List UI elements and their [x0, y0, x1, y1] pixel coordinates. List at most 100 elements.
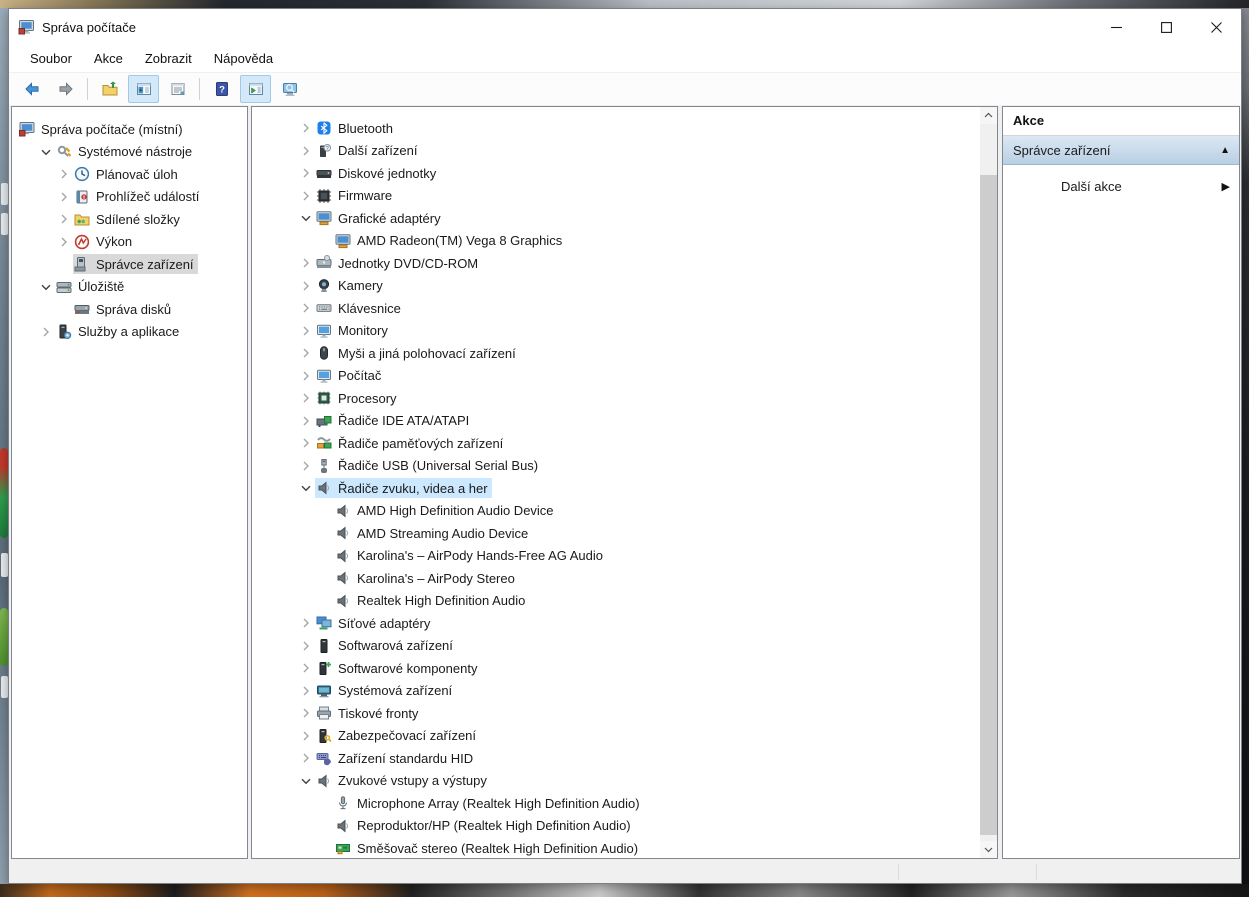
menu-soubor[interactable]: Soubor [19, 48, 83, 69]
device-tree-item[interactable]: Jednotky DVD/CD-ROM [252, 252, 980, 275]
scroll-up-button[interactable] [980, 107, 997, 124]
chevron-collapsed-icon[interactable] [296, 345, 315, 361]
back-arrow-button[interactable] [16, 75, 47, 103]
chevron-collapsed-icon[interactable] [54, 189, 73, 205]
titlebar[interactable]: Správa počítače [9, 9, 1241, 45]
chevron-collapsed-icon[interactable] [296, 188, 315, 204]
device-tree-item[interactable]: Procesory [252, 387, 980, 410]
chevron-collapsed-icon[interactable] [296, 143, 315, 159]
device-tree-item[interactable]: Microphone Array (Realtek High Definitio… [252, 792, 980, 815]
device-tree-item[interactable]: Firmware [252, 185, 980, 208]
device-tree-item[interactable]: Směšovač stereo (Realtek High Definition… [252, 837, 980, 858]
chevron-collapsed-icon[interactable] [296, 660, 315, 676]
device-tree-item[interactable]: Tiskové fronty [252, 702, 980, 725]
device-tree-item[interactable]: Řadiče IDE ATA/ATAPI [252, 410, 980, 433]
help-button[interactable]: ? [206, 75, 237, 103]
chevron-collapsed-icon[interactable] [296, 683, 315, 699]
chevron-collapsed-icon[interactable] [54, 211, 73, 227]
device-tree-item[interactable]: Řadiče USB (Universal Serial Bus) [252, 455, 980, 478]
chevron-collapsed-icon[interactable] [296, 413, 315, 429]
scroll-down-button[interactable] [980, 841, 997, 858]
chevron-collapsed-icon[interactable] [296, 728, 315, 744]
maximize-button[interactable] [1141, 9, 1191, 45]
show-action-pane-button[interactable] [240, 75, 271, 103]
device-tree-item[interactable]: AMD Radeon(TM) Vega 8 Graphics [252, 230, 980, 253]
chevron-expanded-icon[interactable] [36, 144, 55, 160]
console-tree-item[interactable]: Systémové nástroje [12, 141, 247, 164]
console-tree-item[interactable]: Správce zařízení [12, 253, 247, 276]
scrollbar-thumb[interactable] [980, 175, 997, 835]
console-tree-item[interactable]: Prohlížeč událostí [12, 186, 247, 209]
chevron-collapsed-icon[interactable] [54, 166, 73, 182]
device-tree-item[interactable]: Karolina's – AirPody Stereo [252, 567, 980, 590]
chevron-collapsed-icon[interactable] [296, 300, 315, 316]
device-tree-item[interactable]: Klávesnice [252, 297, 980, 320]
device-tree-item[interactable]: Zvukové vstupy a výstupy [252, 770, 980, 793]
console-tree-item[interactable]: Plánovač úloh [12, 163, 247, 186]
device-tree-item[interactable]: Systémová zařízení [252, 680, 980, 703]
chevron-collapsed-icon[interactable] [296, 615, 315, 631]
chevron-collapsed-icon[interactable] [54, 234, 73, 250]
console-tree-item[interactable]: Úložiště [12, 276, 247, 299]
minimize-button[interactable] [1091, 9, 1141, 45]
mouse-icon [316, 345, 332, 361]
device-tree-item[interactable]: Monitory [252, 320, 980, 343]
chevron-collapsed-icon[interactable] [296, 705, 315, 721]
device-tree-item[interactable]: Řadiče paměťových zařízení [252, 432, 980, 455]
device-tree-item[interactable]: Reproduktor/HP (Realtek High Definition … [252, 815, 980, 838]
chevron-collapsed-icon[interactable] [296, 165, 315, 181]
device-tree-item[interactable]: Řadiče zvuku, videa a her [252, 477, 980, 500]
chevron-expanded-icon[interactable] [296, 480, 315, 496]
console-tree-item[interactable]: Služby a aplikace [12, 321, 247, 344]
console-tree-item[interactable]: Správa počítače (místní) [12, 118, 247, 141]
console-tree-item[interactable]: Sdílené složky [12, 208, 247, 231]
close-button[interactable] [1191, 9, 1241, 45]
device-tree-item[interactable]: Realtek High Definition Audio [252, 590, 980, 613]
chevron-collapsed-icon[interactable] [296, 368, 315, 384]
chevron-collapsed-icon[interactable] [296, 390, 315, 406]
chevron-collapsed-icon[interactable] [296, 278, 315, 294]
console-tree-item[interactable]: Správa disků [12, 298, 247, 321]
chevron-collapsed-icon[interactable] [296, 120, 315, 136]
device-tree-item[interactable]: Diskové jednotky [252, 162, 980, 185]
chevron-collapsed-icon[interactable] [296, 255, 315, 271]
show-console-tree-button[interactable] [128, 75, 159, 103]
chevron-expanded-icon[interactable] [296, 773, 315, 789]
chevron-collapsed-icon[interactable] [296, 638, 315, 654]
collapse-section-icon[interactable]: ▲ [1220, 145, 1230, 156]
menu-akce[interactable]: Akce [83, 48, 134, 69]
device-tree-item[interactable]: Myši a jiná polohovací zařízení [252, 342, 980, 365]
more-actions-item[interactable]: Další akce ▶ [1003, 173, 1239, 199]
chevron-collapsed-icon[interactable] [296, 323, 315, 339]
device-tree-item[interactable]: Síťové adaptéry [252, 612, 980, 635]
device-tree-item[interactable]: Softwarová zařízení [252, 635, 980, 658]
device-tree-label: Kamery [338, 278, 383, 293]
device-tree-item[interactable]: AMD Streaming Audio Device [252, 522, 980, 545]
device-tree-item[interactable]: Grafické adaptéry [252, 207, 980, 230]
remote-computer-button[interactable] [274, 75, 305, 103]
up-folder-button[interactable] [94, 75, 125, 103]
actions-section-header[interactable]: Správce zařízení ▲ [1003, 136, 1239, 165]
device-tree-item[interactable]: AMD High Definition Audio Device [252, 500, 980, 523]
device-tree-item[interactable]: Karolina's – AirPody Hands-Free AG Audio [252, 545, 980, 568]
vertical-scrollbar[interactable] [980, 107, 997, 858]
chevron-collapsed-icon[interactable] [296, 750, 315, 766]
menu-zobrazit[interactable]: Zobrazit [134, 48, 203, 69]
chevron-collapsed-icon[interactable] [36, 324, 55, 340]
device-tree-item[interactable]: Kamery [252, 275, 980, 298]
device-tree-item[interactable]: Bluetooth [252, 117, 980, 140]
properties-button[interactable] [162, 75, 193, 103]
chevron-collapsed-icon[interactable] [296, 458, 315, 474]
forward-arrow-button[interactable] [50, 75, 81, 103]
device-tree-item[interactable]: Zařízení standardu HID [252, 747, 980, 770]
menu-napoveda[interactable]: Nápověda [203, 48, 284, 69]
device-tree-item[interactable]: Počítač [252, 365, 980, 388]
chevron-expanded-icon[interactable] [36, 279, 55, 295]
chevron-expanded-icon[interactable] [296, 210, 315, 226]
device-tree-item[interactable]: Softwarové komponenty [252, 657, 980, 680]
device-tree-item[interactable]: ?Další zařízení [252, 140, 980, 163]
console-tree-item[interactable]: Výkon [12, 231, 247, 254]
chevron-collapsed-icon[interactable] [296, 435, 315, 451]
device-tree-item[interactable]: Zabezpečovací zařízení [252, 725, 980, 748]
desktop-icon-fragment [1, 183, 8, 205]
